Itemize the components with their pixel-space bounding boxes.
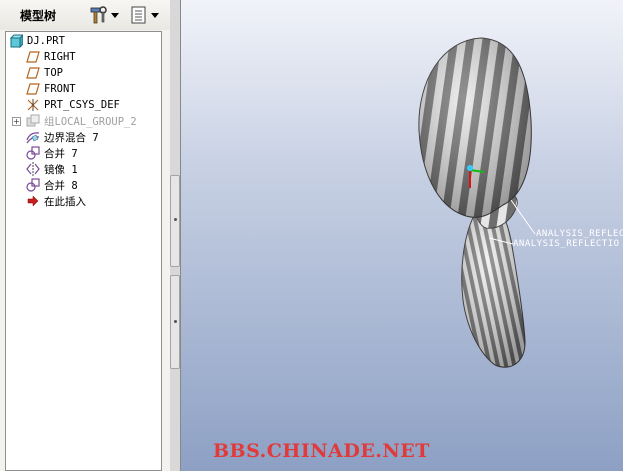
tree-item-group[interactable]: 组LOCAL_GROUP_2 xyxy=(26,113,137,129)
tree-item-mirror-1[interactable]: 镜像 1 xyxy=(26,161,78,177)
callout-leader-1 xyxy=(510,199,536,235)
mirror-icon xyxy=(26,162,40,176)
splitter-handle-upper[interactable] xyxy=(170,175,180,267)
analysis-callout-1[interactable]: ANALYSIS_REFLEC xyxy=(536,229,623,239)
tree-item-label: 边界混合 7 xyxy=(44,131,99,144)
tree-item-boundary-blend[interactable]: 边界混合 7 xyxy=(26,129,99,145)
tree-root-label: DJ.PRT xyxy=(27,35,65,47)
model-tree: DJ.PRT RIGHT TOP FRONT PRT_CSYS_DEF + 组L… xyxy=(5,31,162,471)
grip-dot xyxy=(174,320,177,323)
model-tree-header: 模型树 xyxy=(0,0,170,30)
grip-dot xyxy=(174,218,177,221)
chevron-down-icon xyxy=(111,12,119,18)
model-tree-panel: 模型树 DJ.PRT RIGHT TOP FRONT PRT_CSYS_DEF … xyxy=(0,0,171,471)
tree-item-top[interactable]: TOP xyxy=(26,65,63,81)
head-shading xyxy=(418,38,532,218)
tree-item-label: 在此插入 xyxy=(44,195,86,208)
hammer-wrench-icon xyxy=(90,6,107,24)
tree-item-right[interactable]: RIGHT xyxy=(26,49,76,65)
csys-icon xyxy=(26,98,40,112)
merge-icon xyxy=(26,178,40,192)
model-tree-title: 模型树 xyxy=(20,9,57,23)
tree-item-label: 合并 8 xyxy=(44,179,78,192)
datum-plane-icon xyxy=(26,66,40,80)
datum-plane-icon xyxy=(26,82,40,96)
chevron-down-icon xyxy=(151,12,159,18)
insert-here-arrow-icon xyxy=(26,194,40,208)
tree-item-label: 镜像 1 xyxy=(44,163,78,176)
tree-item-label: FRONT xyxy=(44,83,76,95)
expand-toggle[interactable]: + xyxy=(12,117,21,126)
tree-item-label: TOP xyxy=(44,67,63,79)
datum-plane-icon xyxy=(26,50,40,64)
tree-item-insert-here[interactable]: 在此插入 xyxy=(26,193,86,209)
handle-shading xyxy=(461,206,526,368)
tree-item-label: 合并 7 xyxy=(44,147,78,160)
graphics-viewport[interactable]: ANALYSIS_REFLEC ANALYSIS_REFLECTIO xyxy=(181,0,623,471)
splitter-handle-lower[interactable] xyxy=(170,275,180,369)
tree-item-front[interactable]: FRONT xyxy=(26,81,76,97)
analysis-callout-2[interactable]: ANALYSIS_REFLECTIO xyxy=(513,239,620,249)
tree-root[interactable]: DJ.PRT xyxy=(9,33,65,49)
tree-item-label: PRT_CSYS_DEF xyxy=(44,99,120,111)
group-icon xyxy=(26,114,40,128)
tree-tools-button[interactable] xyxy=(88,4,122,26)
tree-item-label: 组LOCAL_GROUP_2 xyxy=(44,115,137,128)
tree-item-label: RIGHT xyxy=(44,51,76,63)
list-settings-icon xyxy=(131,6,146,24)
tree-show-button[interactable] xyxy=(130,4,162,26)
merge-icon xyxy=(26,146,40,160)
tree-item-merge-8[interactable]: 合并 8 xyxy=(26,177,78,193)
part-icon xyxy=(9,33,25,49)
tree-item-merge-7[interactable]: 合并 7 xyxy=(26,145,78,161)
axis-origin-icon xyxy=(467,165,473,171)
boundary-blend-icon xyxy=(26,130,40,144)
tree-item-csys[interactable]: PRT_CSYS_DEF xyxy=(26,97,120,113)
watermark-text: BBS.CHINADE.NET xyxy=(213,440,430,462)
